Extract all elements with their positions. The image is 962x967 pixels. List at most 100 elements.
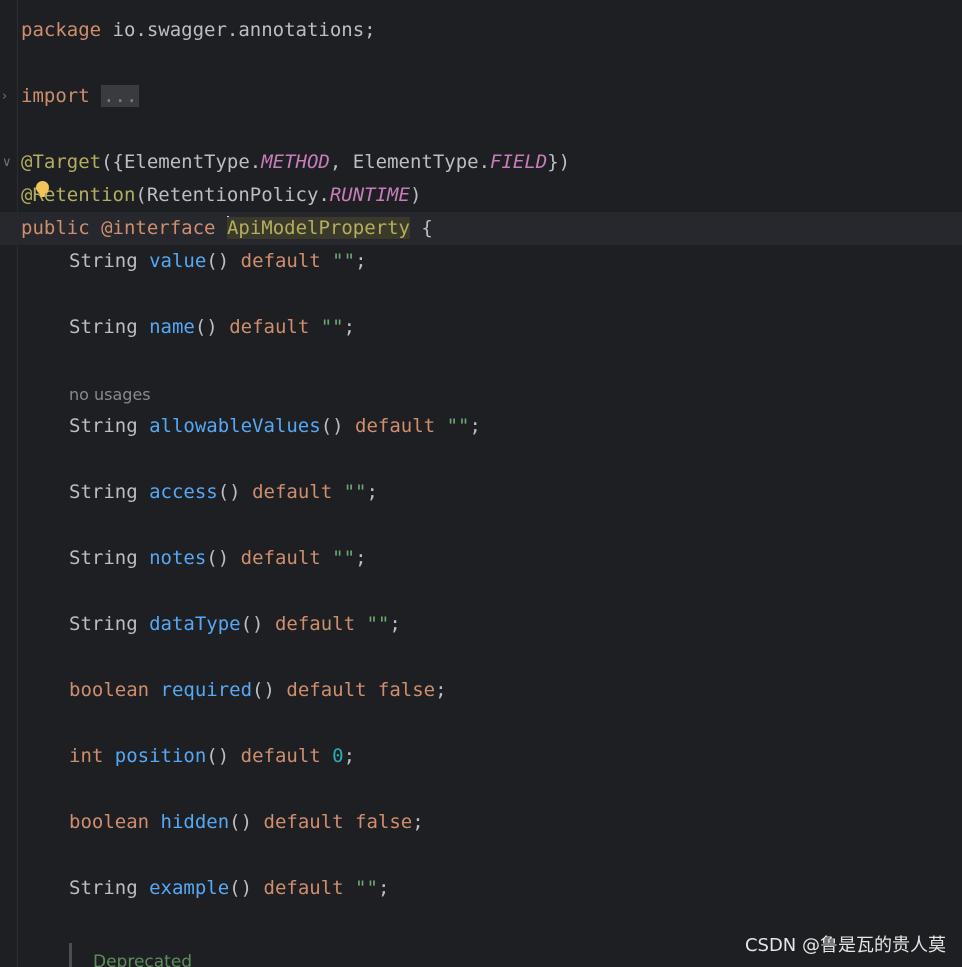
target-args-part: , ElementType. xyxy=(329,151,491,173)
member-type: String xyxy=(69,415,138,437)
member-default: "" xyxy=(332,250,356,272)
target-args-part: ({ElementType. xyxy=(101,151,262,173)
member-type: boolean xyxy=(69,811,150,833)
member-name[interactable]: notes xyxy=(149,547,206,569)
member-default: 0 xyxy=(332,745,344,767)
semicolon: ; xyxy=(366,481,378,503)
default-keyword: default xyxy=(240,745,321,767)
semicolon: ; xyxy=(389,613,401,635)
member-default: "" xyxy=(355,877,378,899)
member-type: String xyxy=(69,250,138,272)
retention-args-part: ) xyxy=(409,184,422,206)
package-name: io.swagger.annotations; xyxy=(101,19,376,41)
member-parens: () xyxy=(240,613,264,635)
member-default: "" xyxy=(320,316,344,338)
default-keyword: default xyxy=(240,250,321,272)
code-line-retention[interactable]: @Retention(RetentionPolicy.RUNTIME) xyxy=(0,179,962,212)
member-parens: () xyxy=(206,547,230,569)
retention-args-part: (RetentionPolicy. xyxy=(135,184,330,206)
semicolon: ; xyxy=(343,745,356,767)
member-name[interactable]: value xyxy=(149,250,206,272)
member-line[interactable]: String name() default ""; xyxy=(0,311,962,344)
member-default: false xyxy=(355,811,413,833)
interface-keyword: @interface xyxy=(101,217,216,239)
chevron-right-icon[interactable]: › xyxy=(2,80,14,113)
open-brace: { xyxy=(409,217,433,239)
member-parens: () xyxy=(217,481,241,503)
member-name[interactable]: allowableValues xyxy=(149,415,321,437)
member-default: "" xyxy=(332,547,356,569)
code-line-import[interactable]: › import ... xyxy=(0,80,962,113)
folded-imports[interactable]: ... xyxy=(101,85,140,107)
element-type-field: FIELD xyxy=(490,151,548,173)
retention-runtime: RUNTIME xyxy=(329,184,410,206)
semicolon: ; xyxy=(355,250,367,272)
member-default: false xyxy=(377,679,436,701)
member-name[interactable]: position xyxy=(115,745,207,767)
member-name[interactable]: required xyxy=(161,679,253,701)
public-keyword: public xyxy=(21,217,90,239)
inlay-hint-usages[interactable]: no usages xyxy=(69,383,151,407)
code-line-interface[interactable]: public @interface ApiModelProperty { xyxy=(0,212,962,245)
member-line[interactable]: String example() default ""; xyxy=(0,872,962,905)
import-keyword: import xyxy=(21,85,90,107)
doc-comment-deprecated[interactable]: Deprecated xyxy=(93,950,192,967)
member-parens: () xyxy=(194,316,218,338)
member-type: String xyxy=(69,613,138,635)
member-name[interactable]: dataType xyxy=(149,613,241,635)
element-type-method: METHOD xyxy=(261,151,330,173)
code-editor[interactable]: package io.swagger.annotations; › import… xyxy=(0,0,962,967)
member-line[interactable]: String allowableValues() default ""; xyxy=(0,410,962,443)
member-default: "" xyxy=(343,481,367,503)
member-line[interactable]: String access() default ""; xyxy=(0,476,962,509)
target-args-part: }) xyxy=(547,151,571,173)
default-keyword: default xyxy=(355,415,436,437)
member-type: String xyxy=(69,481,138,503)
interface-name[interactable]: ApiModelProperty xyxy=(226,217,410,239)
member-line[interactable]: String notes() default ""; xyxy=(0,542,962,575)
member-line[interactable]: boolean required() default false; xyxy=(0,674,962,707)
semicolon: ; xyxy=(343,316,356,338)
member-type: String xyxy=(69,547,138,569)
member-parens: () xyxy=(320,415,344,437)
lightbulb-icon[interactable] xyxy=(36,181,49,197)
member-line[interactable]: int position() default 0; xyxy=(0,740,962,773)
member-type: boolean xyxy=(69,679,150,701)
default-keyword: default xyxy=(240,547,321,569)
member-parens: () xyxy=(252,679,275,701)
chevron-down-icon[interactable]: ∨ xyxy=(2,146,14,179)
member-parens: () xyxy=(229,811,253,833)
doc-comment-bar xyxy=(69,943,72,967)
member-type: String xyxy=(69,877,138,899)
member-line[interactable]: boolean hidden() default false; xyxy=(0,806,962,839)
member-parens: () xyxy=(229,877,253,899)
package-keyword: package xyxy=(21,19,102,41)
semicolon: ; xyxy=(377,877,390,899)
default-keyword: default xyxy=(229,316,310,338)
member-name[interactable]: access xyxy=(149,481,218,503)
member-line[interactable]: String value() default ""; xyxy=(0,245,962,278)
member-line[interactable]: String dataType() default ""; xyxy=(0,608,962,641)
code-line-target[interactable]: ∨ @Target({ElementType.METHOD, ElementTy… xyxy=(0,146,962,179)
semicolon: ; xyxy=(412,811,424,833)
member-type: String xyxy=(69,316,138,338)
default-keyword: default xyxy=(263,877,344,899)
member-name[interactable]: hidden xyxy=(161,811,230,833)
member-default: "" xyxy=(446,415,470,437)
member-name[interactable]: example xyxy=(149,877,229,899)
semicolon: ; xyxy=(355,547,367,569)
default-keyword: default xyxy=(286,679,367,701)
semicolon: ; xyxy=(435,679,447,701)
member-default: "" xyxy=(366,613,390,635)
watermark: CSDN @鲁是瓦的贵人莫 xyxy=(744,935,946,956)
member-parens: () xyxy=(206,745,230,767)
target-annotation: @Target xyxy=(21,151,102,173)
member-name[interactable]: name xyxy=(149,316,195,338)
member-parens: () xyxy=(206,250,230,272)
semicolon: ; xyxy=(469,415,481,437)
member-type: int xyxy=(69,745,104,767)
code-line-package[interactable]: package io.swagger.annotations; xyxy=(0,14,962,47)
default-keyword: default xyxy=(274,613,356,635)
default-keyword: default xyxy=(263,811,344,833)
default-keyword: default xyxy=(252,481,333,503)
